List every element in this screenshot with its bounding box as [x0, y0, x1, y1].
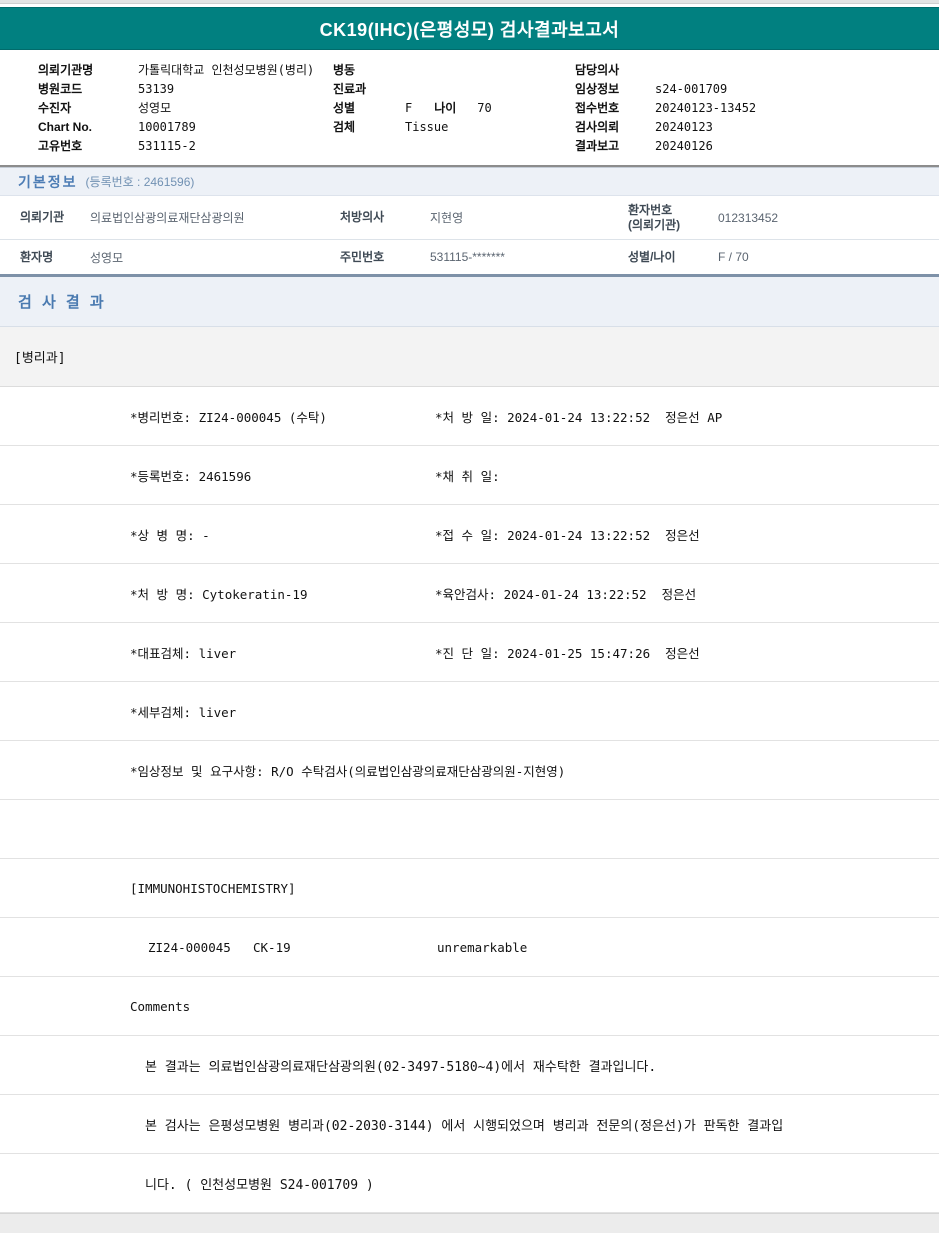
registration-number: (등록번호 : 2461596)	[86, 173, 195, 190]
report-field: *접 수 일: 2024-01-24 13:22:52 정은선	[435, 525, 939, 544]
report-title-bar: CK19(IHC)(은평성모) 검사결과보고서	[0, 7, 939, 50]
page-title: CK19(IHC)(은평성모) 검사결과보고서	[320, 16, 620, 42]
report-row: *대표검체: liver *진 단 일: 2024-01-25 15:47:26…	[0, 623, 939, 682]
report-page: CK19(IHC)(은평성모) 검사결과보고서 의뢰기관명가톨릭대학교 인천성모…	[0, 0, 939, 1238]
report-field: *대표검체: liver	[0, 643, 435, 662]
ihc-header-label: [IMMUNOHISTOCHEMISTRY]	[130, 881, 296, 896]
field-label: 환자명	[0, 250, 90, 265]
field-label: 진료과	[333, 80, 405, 97]
field-label: 의뢰기관명	[38, 61, 138, 78]
ihc-test-name: CK-19	[253, 940, 437, 955]
report-field: *채 취 일:	[435, 466, 939, 485]
field-value: 70	[477, 101, 491, 115]
basic-info-section-header: 기본정보 (등록번호 : 2461596)	[0, 167, 939, 196]
basic-info-row: 의뢰기관 의료법인삼광의료재단삼광의원 처방의사 지현영 환자번호 (의뢰기관)…	[0, 196, 939, 240]
window-edge-strip	[0, 0, 939, 4]
field-value: 의료법인삼광의료재단삼광의원	[90, 209, 340, 226]
report-field: *세부검체: liver	[0, 702, 435, 721]
field-value: 성영모	[90, 249, 340, 266]
report-field: *등록번호: 2461596	[0, 466, 435, 485]
field-label: 결과보고	[575, 137, 655, 154]
field-label: 성별	[333, 99, 405, 116]
field-value: 10001789	[138, 120, 196, 134]
field-label: 나이	[434, 99, 477, 116]
field-value: 가톨릭대학교 인천성모병원(병리)	[138, 61, 314, 78]
field-label: 병원코드	[38, 80, 138, 97]
report-field: *육안검사: 2024-01-24 13:22:52 정은선	[435, 584, 939, 603]
comment-line-row: 니다. ( 인천성모병원 S24-001709 )	[0, 1154, 939, 1213]
report-field: *상 병 명: -	[0, 525, 435, 544]
field-value: F	[405, 101, 412, 115]
field-label: 성별/나이	[628, 250, 718, 265]
field-label: 고유번호	[38, 137, 138, 154]
header-left-column: 의뢰기관명가톨릭대학교 인천성모병원(병리) 병원코드53139 수진자성영모 …	[38, 60, 333, 165]
field-value: 20240123-13452	[655, 101, 756, 115]
field-value: 531115-*******	[430, 250, 628, 264]
field-value: 53139	[138, 82, 174, 96]
report-row: *등록번호: 2461596 *채 취 일:	[0, 446, 939, 505]
field-value: 지현영	[430, 209, 628, 226]
report-row: *상 병 명: - *접 수 일: 2024-01-24 13:22:52 정은…	[0, 505, 939, 564]
field-label: 임상정보	[575, 80, 655, 97]
field-value: 531115-2	[138, 139, 196, 153]
field-label: 환자번호 (의뢰기관)	[628, 203, 718, 233]
field-label: 검사의뢰	[575, 118, 655, 135]
header-right-column: 담당의사 임상정보s24-001709 접수번호20240123-13452 검…	[575, 60, 939, 165]
field-value: s24-001709	[655, 82, 727, 96]
field-value: 20240126	[655, 139, 713, 153]
department-header: [병리과]	[0, 327, 939, 387]
field-label: 의뢰기관	[0, 210, 90, 225]
field-value: 20240123	[655, 120, 713, 134]
report-row: *세부검체: liver	[0, 682, 939, 741]
field-value: 012313452	[718, 211, 939, 225]
comments-label: Comments	[130, 999, 190, 1014]
report-field: *진 단 일: 2024-01-25 15:47:26 정은선	[435, 643, 939, 662]
report-field: *처 방 일: 2024-01-24 13:22:52 정은선 AP	[435, 407, 939, 426]
field-label: 담당의사	[575, 61, 655, 78]
comment-line: 본 검사는 은평성모병원 병리과(02-2030-3144) 에서 시행되었으며…	[145, 1115, 783, 1134]
field-label: Chart No.	[38, 120, 138, 134]
field-label: 병동	[333, 61, 405, 78]
report-field: *임상정보 및 요구사항: R/O 수탁검사(의료법인삼광의료재단삼광의원-지현…	[0, 761, 565, 780]
footer-strip	[0, 1213, 939, 1233]
report-row: *병리번호: ZI24-000045 (수탁) *처 방 일: 2024-01-…	[0, 387, 939, 446]
comment-line-row: 본 검사는 은평성모병원 병리과(02-2030-3144) 에서 시행되었으며…	[0, 1095, 939, 1154]
report-field: *병리번호: ZI24-000045 (수탁)	[0, 407, 435, 426]
results-section-header: 검 사 결 과	[0, 277, 939, 327]
header-info-section: 의뢰기관명가톨릭대학교 인천성모병원(병리) 병원코드53139 수진자성영모 …	[0, 50, 939, 167]
field-label: 주민번호	[340, 250, 430, 265]
field-value: 성영모	[138, 99, 171, 116]
basic-info-row: 환자명 성영모 주민번호 531115-******* 성별/나이 F / 70	[0, 240, 939, 277]
ihc-specimen-number: ZI24-000045	[0, 940, 253, 955]
comment-line: 본 결과는 의료법인삼광의료재단삼광의원(02-3497-5180~4)에서 재…	[145, 1056, 656, 1075]
section-title: 기본정보	[18, 172, 78, 192]
report-row: *임상정보 및 요구사항: R/O 수탁검사(의료법인삼광의료재단삼광의원-지현…	[0, 741, 939, 800]
header-middle-column: 병동 진료과 성별 F 나이 70 검체Tissue	[333, 60, 575, 165]
ihc-result-value: unremarkable	[437, 940, 939, 955]
report-row: *처 방 명: Cytokeratin-19 *육안검사: 2024-01-24…	[0, 564, 939, 623]
field-label: 접수번호	[575, 99, 655, 116]
comment-line: 니다. ( 인천성모병원 S24-001709 )	[145, 1174, 374, 1193]
report-field: *처 방 명: Cytokeratin-19	[0, 584, 435, 603]
field-label: 처방의사	[340, 210, 430, 225]
field-value: F / 70	[718, 250, 939, 264]
field-label: 검체	[333, 118, 405, 135]
department-label: [병리과]	[14, 347, 66, 366]
ihc-result-row: ZI24-000045 CK-19 unremarkable	[0, 918, 939, 977]
comment-line-row: 본 결과는 의료법인삼광의료재단삼광의원(02-3497-5180~4)에서 재…	[0, 1036, 939, 1095]
section-title: 검 사 결 과	[18, 291, 107, 312]
ihc-section-header: [IMMUNOHISTOCHEMISTRY]	[0, 859, 939, 918]
field-label: 수진자	[38, 99, 138, 116]
report-row-empty	[0, 800, 939, 859]
field-value: Tissue	[405, 120, 448, 134]
comments-header-row: Comments	[0, 977, 939, 1036]
